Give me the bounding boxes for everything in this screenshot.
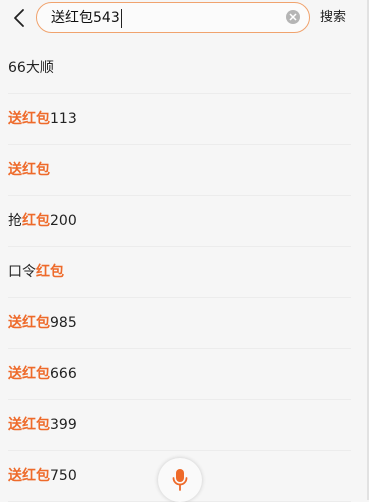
suggestion-item[interactable]: 送红包985 bbox=[0, 298, 369, 349]
highlighted-keyword: 红包 bbox=[36, 264, 64, 280]
suggestion-text: 送红包666 bbox=[8, 366, 77, 383]
suggestion-item[interactable]: 送红包399 bbox=[0, 400, 369, 451]
suggestion-segment: 985 bbox=[50, 315, 77, 331]
highlighted-keyword: 送红包 bbox=[8, 366, 50, 382]
highlighted-keyword: 送红包 bbox=[8, 417, 50, 433]
suggestion-segment: 666 bbox=[50, 366, 77, 382]
suggestion-segment: 抢 bbox=[8, 213, 22, 229]
suggestion-segment: 口令 bbox=[8, 264, 36, 280]
suggestion-text: 送红包399 bbox=[8, 417, 77, 434]
suggestion-text: 送红包113 bbox=[8, 111, 77, 128]
clear-circle-icon bbox=[289, 13, 297, 21]
highlighted-keyword: 红包 bbox=[22, 213, 50, 229]
microphone-icon bbox=[172, 469, 188, 491]
suggestion-list: 66大顺 送红包113 送红包 抢红包200 口令红包 送红包985 送红包666 送红包39… bbox=[0, 43, 369, 502]
text-cursor bbox=[121, 9, 122, 28]
search-box[interactable]: 送红包543 bbox=[36, 2, 310, 33]
search-input[interactable]: 送红包543 bbox=[51, 10, 120, 27]
highlighted-keyword: 送红包 bbox=[8, 315, 50, 331]
suggestion-segment: 113 bbox=[50, 111, 77, 127]
suggestion-text: 66大顺 bbox=[8, 60, 54, 77]
highlighted-keyword: 送红包 bbox=[8, 111, 50, 127]
suggestion-segment: 66大顺 bbox=[8, 60, 54, 76]
highlighted-keyword: 送红包 bbox=[8, 162, 50, 178]
back-button[interactable] bbox=[9, 6, 29, 30]
suggestion-item[interactable]: 送红包666 bbox=[0, 349, 369, 400]
search-header: 送红包543 搜索 bbox=[0, 0, 369, 40]
suggestion-segment: 399 bbox=[50, 417, 77, 433]
highlighted-keyword: 送红包 bbox=[8, 468, 50, 484]
suggestion-item[interactable]: 送红包113 bbox=[0, 94, 369, 145]
suggestion-segment: 200 bbox=[50, 213, 77, 229]
suggestion-text: 抢红包200 bbox=[8, 213, 77, 230]
suggestion-segment: 750 bbox=[50, 468, 77, 484]
voice-search-button[interactable] bbox=[158, 458, 202, 502]
suggestion-item[interactable]: 送红包 bbox=[0, 145, 369, 196]
suggestion-item[interactable]: 66大顺 bbox=[0, 43, 369, 94]
suggestion-text: 送红包985 bbox=[8, 315, 77, 332]
suggestion-item[interactable]: 抢红包200 bbox=[0, 196, 369, 247]
clear-button[interactable] bbox=[286, 10, 300, 24]
suggestion-item[interactable]: 口令红包 bbox=[0, 247, 369, 298]
search-button[interactable]: 搜索 bbox=[320, 10, 346, 26]
chevron-left-icon bbox=[14, 9, 24, 27]
suggestion-text: 口令红包 bbox=[8, 264, 64, 281]
suggestion-text: 送红包750 bbox=[8, 468, 77, 485]
suggestion-text: 送红包 bbox=[8, 162, 50, 179]
